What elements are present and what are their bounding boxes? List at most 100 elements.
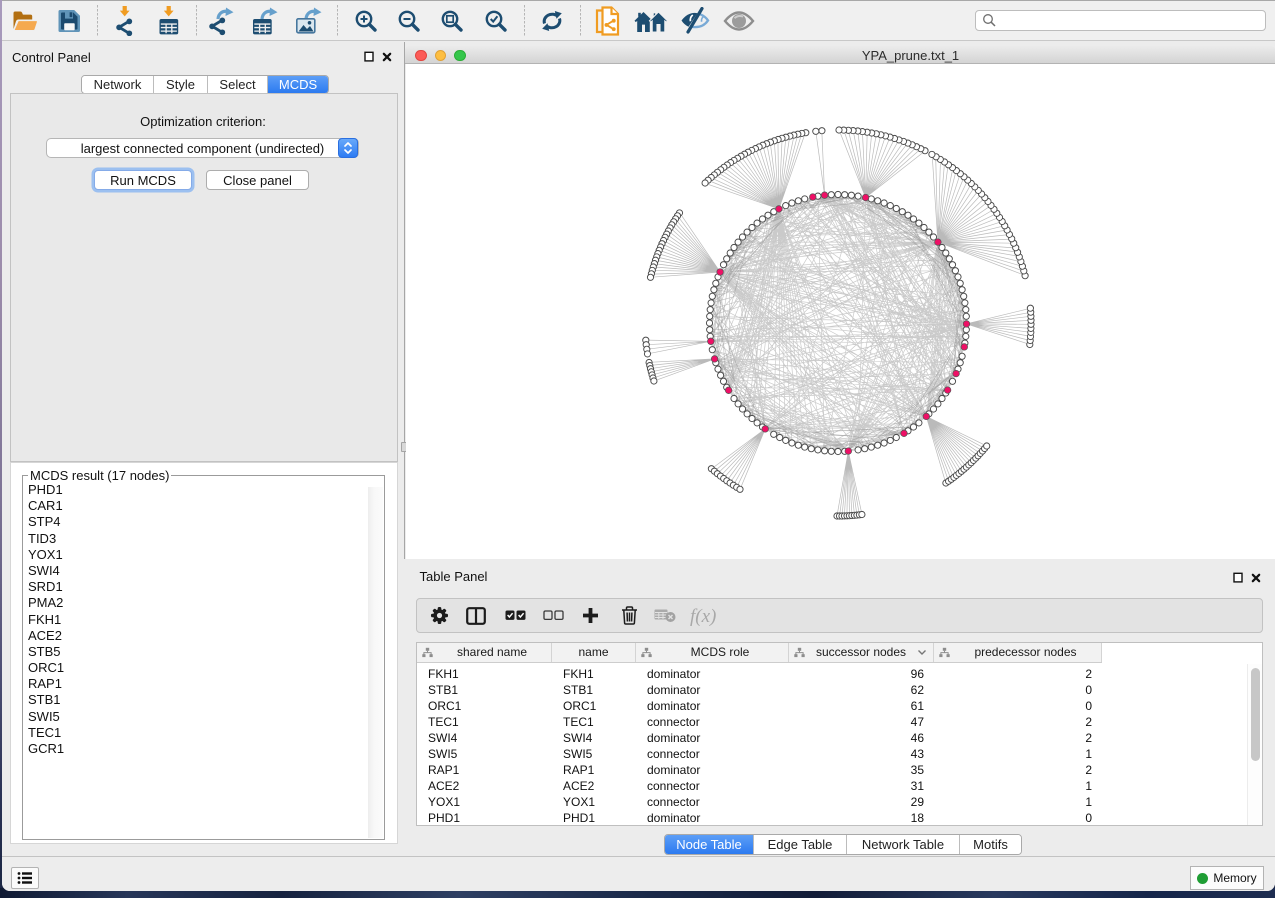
select-all-checkboxes-icon[interactable] [500, 599, 530, 632]
mcds-result-item[interactable]: SWI5 [24, 709, 368, 725]
network-node[interactable] [744, 229, 750, 235]
network-node[interactable] [862, 446, 868, 452]
network-leaf-node[interactable] [644, 351, 650, 357]
network-node[interactable] [795, 198, 801, 204]
close-panel-icon[interactable] [1251, 570, 1261, 588]
task-history-button[interactable] [11, 867, 39, 889]
network-node[interactable] [707, 313, 713, 319]
table-row[interactable]: ACE2ACE2connector311 [417, 778, 1246, 794]
network-leaf-node[interactable] [819, 128, 825, 134]
mcds-result-item[interactable]: STB1 [24, 692, 368, 708]
network-node[interactable] [731, 395, 737, 401]
optimization-criterion-select[interactable]: largest connected component (undirected) [46, 138, 359, 158]
network-node[interactable] [789, 440, 795, 446]
network-node[interactable] [935, 401, 941, 407]
mcds-result-item[interactable]: TEC1 [24, 725, 368, 741]
mcds-result-item[interactable]: TID3 [24, 531, 368, 547]
network-node[interactable] [842, 192, 848, 198]
mcds-node[interactable] [961, 344, 968, 351]
split-columns-icon[interactable] [461, 599, 491, 632]
mcds-node[interactable] [845, 448, 852, 455]
export-table-icon[interactable] [246, 3, 282, 39]
network-leaf-node[interactable] [651, 378, 657, 384]
network-node[interactable] [707, 307, 713, 313]
tab-network[interactable]: Network [82, 76, 154, 93]
mcds-node[interactable] [901, 430, 908, 437]
network-node[interactable] [926, 229, 932, 235]
network-node[interactable] [754, 420, 760, 426]
save-icon[interactable] [51, 3, 87, 39]
network-node[interactable] [709, 293, 715, 299]
close-window-button[interactable] [415, 50, 427, 62]
network-node[interactable] [910, 424, 916, 430]
tab-motifs[interactable]: Motifs [960, 835, 1021, 854]
deselect-all-checkboxes-icon[interactable] [538, 599, 568, 632]
network-canvas[interactable] [406, 64, 1275, 559]
mcds-result-item[interactable]: SWI4 [24, 563, 368, 579]
network-node[interactable] [735, 239, 741, 245]
table-scrollbar[interactable] [1247, 664, 1262, 826]
tab-edge-table[interactable]: Edge Table [754, 835, 847, 854]
mcds-result-item[interactable]: STB5 [24, 644, 368, 660]
network-node[interactable] [744, 411, 750, 417]
network-leaf-node[interactable] [813, 128, 819, 134]
network-node[interactable] [921, 224, 927, 230]
gear-icon[interactable] [424, 599, 454, 632]
network-node[interactable] [711, 287, 717, 293]
column-header-predecessor-nodes[interactable]: predecessor nodes [934, 643, 1102, 662]
network-node[interactable] [963, 307, 969, 313]
network-node[interactable] [765, 212, 771, 218]
network-node[interactable] [754, 220, 760, 226]
mcds-node[interactable] [776, 206, 783, 213]
network-node[interactable] [930, 406, 936, 412]
close-panel-button[interactable]: Close panel [206, 170, 309, 190]
network-node[interactable] [707, 327, 713, 333]
new-network-from-selection-icon[interactable] [590, 3, 626, 39]
network-leaf-node[interactable] [702, 180, 708, 186]
network-node[interactable] [910, 216, 916, 222]
tab-node-table[interactable]: Node Table [665, 835, 754, 854]
memory-button[interactable]: Memory [1190, 866, 1264, 890]
network-node[interactable] [815, 447, 821, 453]
network-node[interactable] [893, 434, 899, 440]
network-node[interactable] [868, 444, 874, 450]
mcds-result-item[interactable]: PHD1 [24, 482, 368, 498]
network-node[interactable] [961, 293, 967, 299]
mcds-result-item[interactable]: SRD1 [24, 579, 368, 595]
network-node[interactable] [952, 268, 958, 274]
run-mcds-button[interactable]: Run MCDS [94, 170, 192, 190]
table-row[interactable]: TEC1TEC1connector472 [417, 714, 1246, 730]
mcds-node[interactable] [944, 387, 951, 394]
mcds-node[interactable] [711, 356, 718, 363]
network-node[interactable] [822, 448, 828, 454]
import-network-icon[interactable] [107, 3, 143, 39]
open-folder-icon[interactable] [7, 3, 43, 39]
network-leaf-node[interactable] [737, 486, 743, 492]
column-header-name[interactable]: name [552, 643, 636, 662]
tab-style[interactable]: Style [154, 76, 208, 93]
column-header-shared-name[interactable]: shared name [417, 643, 552, 662]
mcds-result-item[interactable]: CAR1 [24, 498, 368, 514]
network-node[interactable] [959, 287, 965, 293]
network-node[interactable] [759, 216, 765, 222]
network-node[interactable] [720, 262, 726, 268]
mcds-node[interactable] [762, 426, 769, 433]
hide-selected-icon[interactable] [677, 3, 713, 39]
network-node[interactable] [709, 347, 715, 353]
network-node[interactable] [946, 256, 952, 262]
mcds-node[interactable] [963, 321, 970, 328]
table-row[interactable]: SWI5SWI5connector431 [417, 746, 1246, 762]
float-panel-icon[interactable] [1233, 570, 1243, 588]
network-leaf-node[interactable] [647, 274, 653, 280]
network-node[interactable] [881, 440, 887, 446]
mcds-result-item[interactable]: GCR1 [24, 741, 368, 757]
network-node[interactable] [828, 448, 834, 454]
mcds-result-item[interactable]: STP4 [24, 514, 368, 530]
mcds-node[interactable] [953, 370, 960, 377]
network-node[interactable] [887, 203, 893, 209]
column-header-MCDS-role[interactable]: MCDS role [636, 643, 789, 662]
network-node[interactable] [855, 193, 861, 199]
network-node[interactable] [875, 198, 881, 204]
mcds-result-item[interactable]: PMA2 [24, 595, 368, 611]
zoom-fit-icon[interactable] [434, 3, 470, 39]
